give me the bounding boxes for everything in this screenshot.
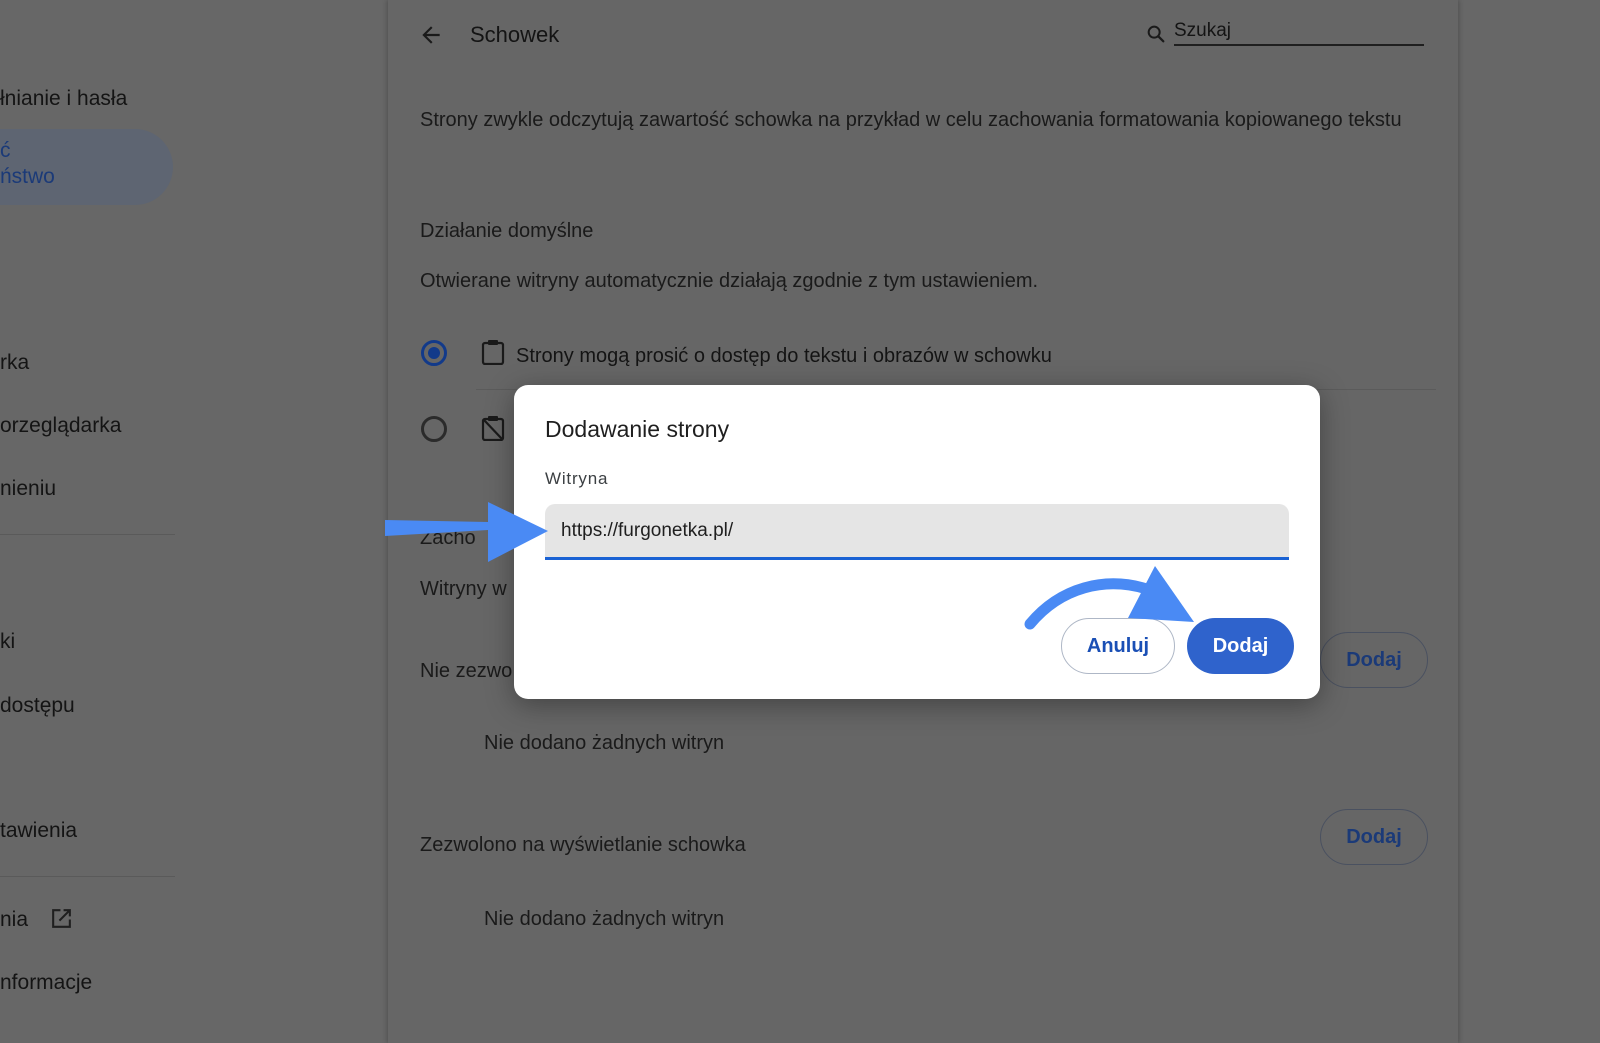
radio-block[interactable] [421,416,447,442]
site-url-input[interactable] [545,504,1289,560]
settings-sidebar: łnianie i hasła ć ństwo rka orzeglądarka… [0,0,380,1043]
sidebar-item-accessibility[interactable]: dostępu [0,693,75,719]
radio-allow-label[interactable]: Strony mogą prosić o dostęp do tekstu i … [516,345,1052,368]
sidebar-divider [0,876,175,877]
default-behavior-heading: Działanie domyślne [420,220,594,242]
dialog-title: Dodawanie strony [545,416,730,442]
sidebar-item-extensions[interactable]: nia [0,907,28,933]
open-in-new-icon[interactable] [49,906,74,931]
sidebar-item-autofill[interactable]: łnianie i hasła [0,86,127,112]
sidebar-item-privacy-line1: ć [0,139,11,162]
add-site-dialog: Dodawanie strony Witryna Anuluj Dodaj [514,385,1320,699]
search-icon [1147,25,1165,43]
sidebar-item-default-browser[interactable]: orzeglądarka [0,413,121,439]
allowed-add-button[interactable]: Dodaj [1320,809,1428,865]
allowed-heading: Zezwolono na wyświetlanie schowka [420,834,746,856]
sidebar-item-privacy[interactable]: ć ństwo [0,138,55,190]
sidebar-item-privacy-line2: ństwo [0,165,55,188]
sidebar-item-on-startup[interactable]: nieniu [0,476,56,502]
clipboard-off-icon [481,416,505,441]
clipboard-icon [481,340,505,365]
page-title: Schowek [470,22,560,47]
sidebar-divider [0,534,175,535]
site-field-label: Witryna [545,469,609,488]
cancel-button[interactable]: Anuluj [1061,618,1175,674]
sidebar-item-languages[interactable]: ki [0,629,15,655]
sidebar-item-reset-settings[interactable]: tawienia [0,818,77,844]
back-arrow-icon[interactable] [418,22,444,48]
default-behavior-subtitle: Otwierane witryny automatycznie działają… [420,270,1039,292]
custom-behavior-heading: Zacho [420,527,476,549]
allowed-empty-text: Nie dodano żadnych witryn [484,908,725,930]
clipboard-description: Strony zwykle odczytują zawartość schowk… [420,109,1402,131]
blocked-empty-text: Nie dodano żadnych witryn [484,732,725,754]
sidebar-item-search-engine[interactable]: rka [0,350,29,376]
radio-allow[interactable] [421,340,447,366]
sidebar-item-about[interactable]: nformacje [0,970,92,996]
blocked-heading: Nie zezwo [420,660,513,682]
custom-behavior-subtitle: Witryny w [420,578,507,600]
blocked-add-button[interactable]: Dodaj [1320,632,1428,688]
search-input[interactable] [1174,18,1424,46]
add-button[interactable]: Dodaj [1187,618,1294,674]
